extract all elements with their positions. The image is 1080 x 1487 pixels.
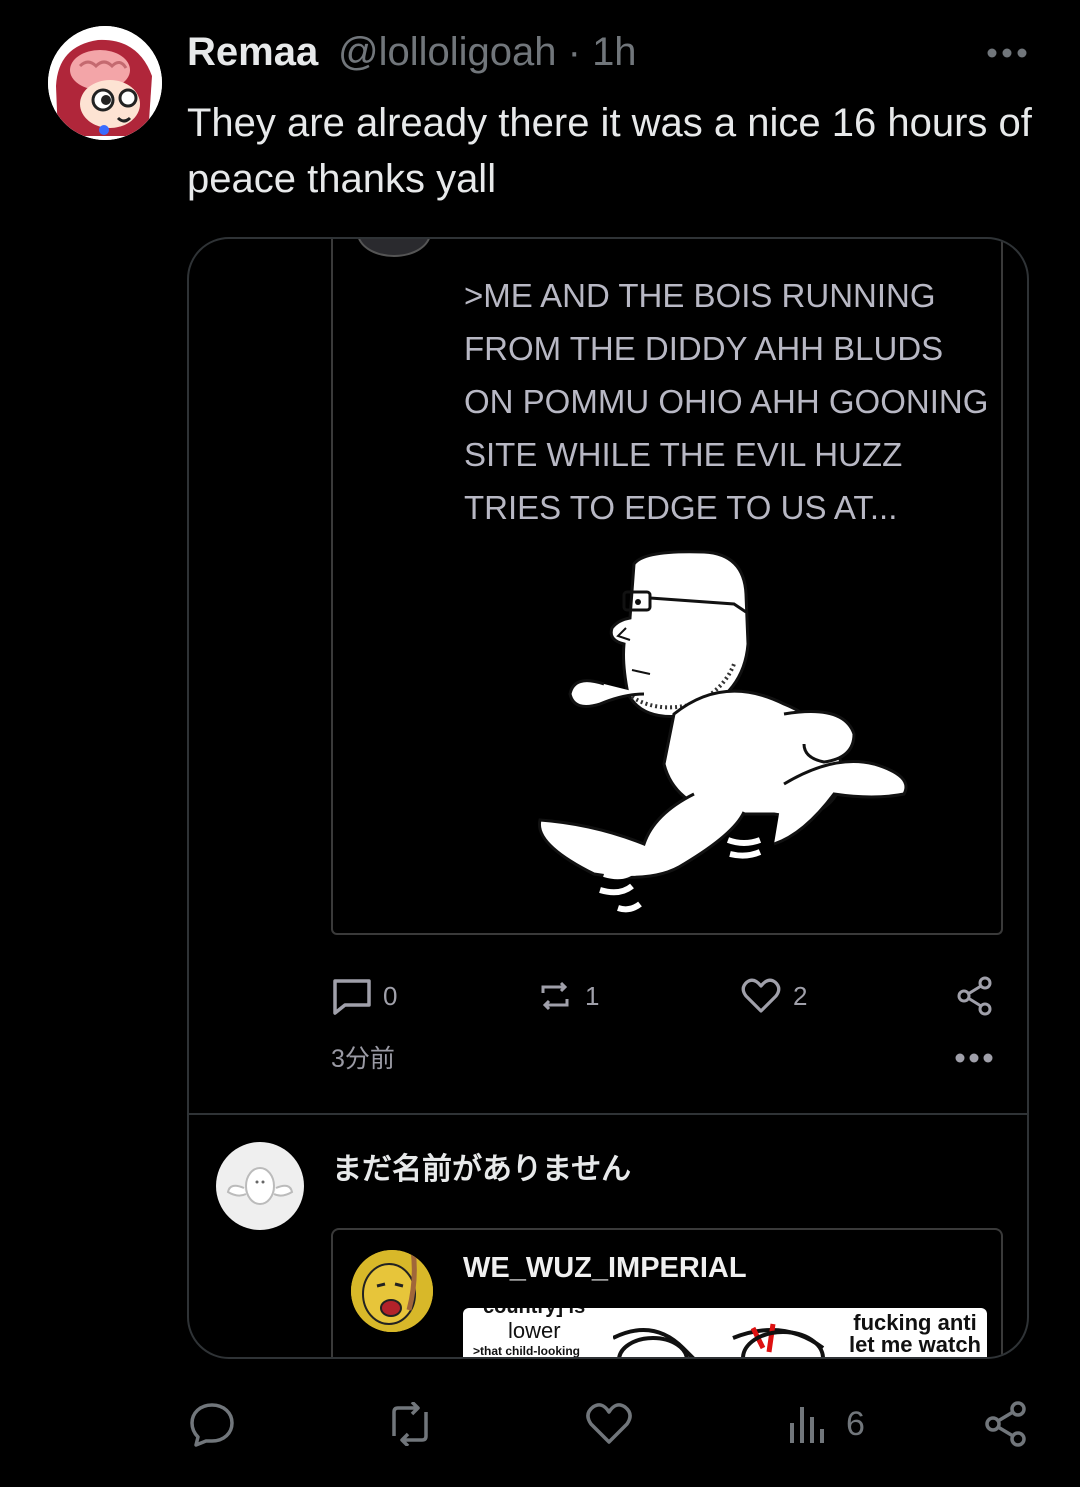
running-wojak-image xyxy=(537,550,908,913)
embedded-share-icon xyxy=(957,976,993,1016)
tweet-text: They are already there it was a nice 16 … xyxy=(187,101,1032,201)
embedded-repost-action: 1 xyxy=(537,976,599,1016)
author-handle-time[interactable]: @lolloligoah · 1h xyxy=(338,30,637,75)
embedded-repost-count: 1 xyxy=(585,980,600,1011)
analytics-icon xyxy=(790,1407,824,1443)
views-button[interactable]: 6 xyxy=(786,1400,865,1448)
meme-text-right-2: let me watch xyxy=(848,1332,981,1357)
retweet-icon xyxy=(392,1402,428,1446)
meme-text-right-1: fucking anti xyxy=(853,1310,977,1335)
embedded-divider xyxy=(189,1113,1027,1115)
heart-icon xyxy=(741,978,781,1013)
embedded-timestamp: 3分前 xyxy=(331,1045,395,1073)
share-button[interactable] xyxy=(984,1400,1028,1448)
default-avatar xyxy=(216,1142,304,1230)
embedded-like-count: 2 xyxy=(793,980,808,1011)
quoted-post: WE_WUZ_IMPERIAL country] is lower >that … xyxy=(331,1228,1003,1358)
like-button[interactable] xyxy=(585,1400,633,1448)
quoted-meme-image: country] is lower >that child-looking fu… xyxy=(463,1308,987,1358)
reply-icon xyxy=(190,1403,234,1447)
meme-text-left: lower xyxy=(508,1318,561,1343)
meme-face-graphic xyxy=(613,1323,825,1357)
media-card[interactable]: >ME AND THE BOIS RUNNING FROM THE DIDDY … xyxy=(187,237,1029,1359)
comment-icon xyxy=(333,979,371,1015)
embedded-reply-action: 0 xyxy=(331,976,397,1016)
meme-text-small: >that child-looking xyxy=(473,1344,580,1358)
like-icon xyxy=(586,1403,632,1444)
embedded-more-icon xyxy=(955,1053,993,1063)
embedded-post-text: >ME AND THE BOIS RUNNING FROM THE DIDDY … xyxy=(464,277,989,526)
reply-button[interactable] xyxy=(188,1400,236,1448)
embedded-reply-count: 0 xyxy=(383,980,398,1011)
quoted-author-name: WE_WUZ_IMPERIAL xyxy=(463,1252,747,1284)
repost-icon xyxy=(541,981,569,1011)
quoted-author-avatar xyxy=(351,1250,433,1332)
share-icon xyxy=(985,1401,1026,1447)
meme-text-right: fucking anti let me watch xyxy=(849,1312,981,1356)
embedded-like-action: 2 xyxy=(741,976,807,1016)
view-count: 6 xyxy=(846,1404,865,1443)
reply-author-name: まだ名前がありません xyxy=(332,1153,632,1186)
author-avatar[interactable] xyxy=(48,26,162,140)
more-options-icon[interactable] xyxy=(985,38,1029,68)
retweet-button[interactable] xyxy=(384,1400,436,1448)
author-name[interactable]: Remaa xyxy=(187,30,318,75)
